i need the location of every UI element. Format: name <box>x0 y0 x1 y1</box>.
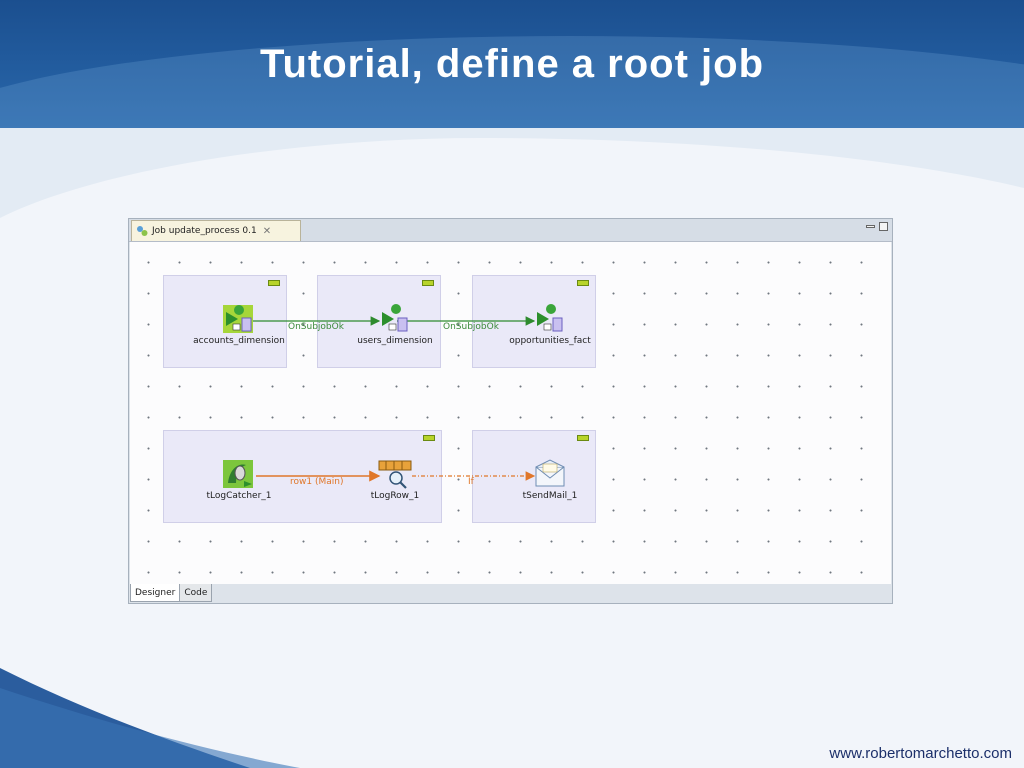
link-label-onsubjobok-2[interactable]: OnSubjobOk <box>443 322 499 332</box>
tRunJob-icon <box>533 304 567 334</box>
tab-designer[interactable]: Designer <box>130 584 181 602</box>
footer-url[interactable]: www.robertomarchetto.com <box>829 745 1012 762</box>
component-accounts-dimension[interactable]: accounts_dimension <box>184 304 294 346</box>
component-users-dimension[interactable]: users_dimension <box>340 304 450 346</box>
log-catcher-icon <box>222 459 256 489</box>
tab-code[interactable]: Code <box>179 584 213 602</box>
component-label: users_dimension <box>357 336 433 346</box>
link-label-if[interactable]: If <box>468 477 474 487</box>
component-tlogrow[interactable]: tLogRow_1 <box>340 459 450 501</box>
component-label: tLogRow_1 <box>370 491 420 501</box>
window-buttons <box>866 222 888 231</box>
component-label: accounts_dimension <box>193 336 285 346</box>
component-label: tSendMail_1 <box>522 491 578 501</box>
component-label: tLogCatcher_1 <box>206 491 272 501</box>
close-icon[interactable]: ✕ <box>263 226 271 237</box>
tRunJob-icon <box>222 304 256 334</box>
job-icon <box>136 225 148 237</box>
designer-canvas[interactable]: OnSubjobOk OnSubjobOk row1 (Main) If acc… <box>130 242 891 584</box>
editor-bottom-tabs: Designer Code <box>130 584 213 602</box>
job-editor-window: Job update_process 0.1 ✕ OnSubjobOk OnSu… <box>128 218 893 604</box>
link-label-onsubjobok-1[interactable]: OnSubjobOk <box>288 322 344 332</box>
link-layer <box>242 316 536 482</box>
send-mail-icon <box>533 459 567 489</box>
component-opportunities-fact[interactable]: opportunities_fact <box>495 304 605 346</box>
tab-label: Job update_process 0.1 <box>152 226 257 236</box>
link-label-row1[interactable]: row1 (Main) <box>290 477 343 487</box>
slide-title: Tutorial, define a root job <box>259 42 765 86</box>
log-row-icon <box>378 459 412 489</box>
tRunJob-icon <box>378 304 412 334</box>
minimize-icon[interactable] <box>866 225 875 228</box>
maximize-icon[interactable] <box>879 222 888 231</box>
editor-tab-bar: Job update_process 0.1 ✕ <box>129 219 892 242</box>
component-label: opportunities_fact <box>509 336 591 346</box>
component-tlogcatcher[interactable]: tLogCatcher_1 <box>184 459 294 501</box>
component-tsendmail[interactable]: tSendMail_1 <box>495 459 605 501</box>
tab-job-update-process[interactable]: Job update_process 0.1 ✕ <box>131 220 301 241</box>
